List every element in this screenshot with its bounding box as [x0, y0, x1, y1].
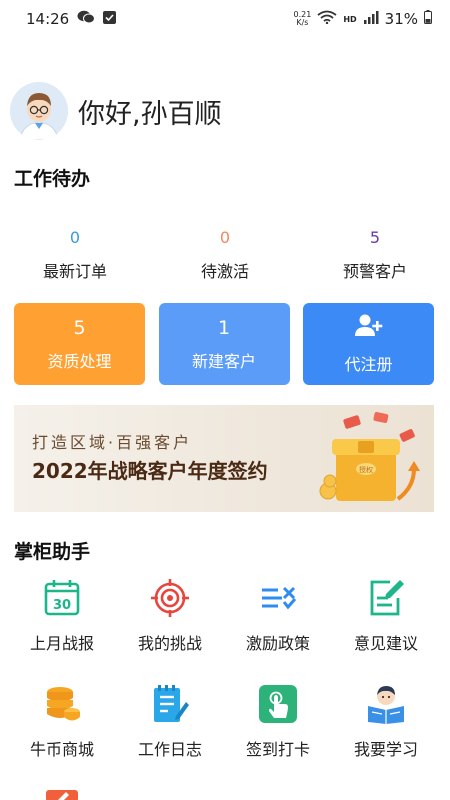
helper-item-learning[interactable]: 我要学习 — [332, 684, 440, 790]
tile-value: 1 — [217, 317, 231, 339]
helper-label: 我要学习 — [353, 740, 418, 759]
tile-new-customer[interactable]: 1 新建客户 — [158, 303, 290, 385]
section-title-todo: 工作待办 — [14, 168, 91, 190]
section-title-helper: 掌柜助手 — [14, 541, 91, 563]
tile-qualification[interactable]: 5 资质处理 — [14, 303, 145, 385]
add-user-icon — [354, 313, 384, 343]
banner-title: 2022年战略客户年度签约 — [32, 459, 268, 483]
svg-text:30: 30 — [53, 598, 71, 613]
helper-item-last-month-report[interactable]: 30 上月战报 — [8, 578, 116, 684]
avatar[interactable] — [10, 82, 68, 140]
coin-stack-icon — [47, 687, 80, 721]
stat-label: 待激活 — [200, 262, 249, 281]
tile-label: 新建客户 — [191, 352, 256, 371]
tile-value: 5 — [73, 317, 86, 339]
signal-icon — [363, 10, 379, 28]
helper-label: 签到打卡 — [245, 740, 310, 759]
tile-proxy-register[interactable]: 代注册 — [303, 303, 434, 385]
policy-list-icon — [262, 586, 297, 610]
tap-hand-icon — [259, 685, 297, 723]
network-speed: 0.21 K/s — [293, 10, 312, 27]
notebook-pen-icon — [154, 685, 189, 722]
helper-item-my-challenge[interactable]: 我的挑战 — [116, 578, 224, 684]
stat-label: 预警客户 — [342, 262, 407, 281]
helper-item-check-in[interactable]: 签到打卡 — [224, 684, 332, 790]
status-time: 14:26 — [26, 10, 70, 28]
reading-person-icon — [368, 686, 404, 724]
battery-percent: 31% — [384, 10, 418, 28]
wifi-icon — [317, 10, 337, 28]
target-icon — [151, 579, 189, 617]
helper-item-incentive-policy[interactable]: 激励政策 — [224, 578, 332, 684]
tile-label: 代注册 — [344, 355, 393, 374]
helper-grid: 30 上月战报 我的挑战 激励政策 意见建议 牛币商城 工作日志 签到打卡 我要… — [0, 578, 450, 790]
gift-box-label: 授权 — [359, 465, 373, 474]
helper-item-feedback[interactable]: 意见建议 — [332, 578, 440, 684]
stat-new-orders[interactable]: 0 最新订单 — [0, 228, 150, 282]
helper-item-coin-mall[interactable]: 牛币商城 — [8, 684, 116, 790]
helper-label: 激励政策 — [245, 634, 310, 653]
stat-warning-customers[interactable]: 5 预警客户 — [300, 228, 450, 282]
calendar-30-icon: 30 — [44, 580, 80, 616]
stat-value: 0 — [69, 228, 81, 247]
banner-subtitle: 打造区域·百强客户 — [32, 433, 193, 452]
edit-note-icon — [370, 580, 404, 616]
helper-label: 我的挑战 — [137, 634, 202, 653]
battery-icon — [424, 10, 432, 28]
action-tiles: 5 资质处理 1 新建客户 代注册 — [14, 303, 434, 385]
stat-pending-activation[interactable]: 0 待激活 — [150, 228, 300, 282]
helper-item-work-log[interactable]: 工作日志 — [116, 684, 224, 790]
helper-label: 牛币商城 — [29, 740, 94, 759]
todo-stats: 0 最新订单 0 待激活 5 预警客户 — [0, 228, 450, 282]
greeting-text: 你好,孙百顺 — [78, 98, 222, 130]
promo-banner[interactable]: 打造区域·百强客户 2022年战略客户年度签约 授权 — [14, 405, 434, 512]
stat-label: 最新订单 — [42, 262, 107, 281]
helper-label: 意见建议 — [353, 634, 418, 653]
helper-label: 上月战报 — [29, 634, 94, 653]
notification-check-icon — [103, 10, 117, 28]
edit-square-icon[interactable] — [46, 788, 78, 800]
stat-value: 5 — [369, 228, 381, 247]
helper-label: 工作日志 — [137, 740, 202, 759]
gift-box-illustration: 授权 — [319, 412, 420, 501]
status-bar: 14:26 0.21 K/s HD 31% — [0, 0, 450, 38]
wechat-icon — [77, 10, 96, 28]
stat-value: 0 — [219, 228, 231, 247]
hd-indicator: HD — [343, 14, 357, 24]
user-greeting: 你好,孙百顺 — [10, 82, 222, 140]
tile-label: 资质处理 — [47, 352, 112, 371]
